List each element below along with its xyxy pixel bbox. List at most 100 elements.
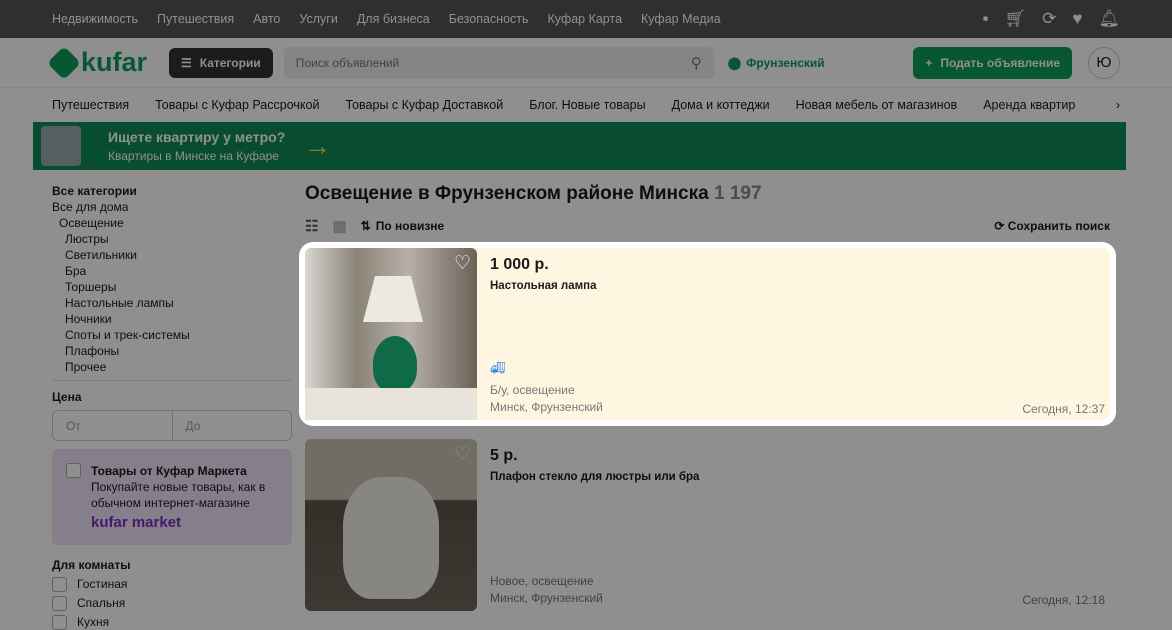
search-input[interactable]: Поиск объявлений ⚲	[283, 46, 714, 79]
subcategory-link[interactable]: Плафоны	[52, 343, 292, 359]
subcategory-link[interactable]: Бра	[52, 263, 292, 279]
market-title: Товары от Куфар Маркета	[91, 464, 247, 478]
saved-search-icon: ⟳	[994, 219, 1008, 233]
logo[interactable]: kufar	[47, 45, 169, 80]
listing-price: 5 р.	[490, 447, 518, 464]
kufar-market-logo: kufar market	[91, 514, 182, 531]
listing-area: Освещение в Фрунзенском районе Минска 1 …	[305, 183, 1110, 611]
subcategory-link[interactable]: Споты и трек-системы	[52, 327, 292, 343]
top-link[interactable]: Авто	[253, 12, 280, 26]
listing-location: Минск, Фрунзенский	[490, 400, 603, 414]
listing-date: Сегодня, 12:18	[1022, 593, 1105, 607]
divider	[52, 380, 292, 381]
delivery-truck-icon: 🚚︎	[490, 361, 506, 375]
top-link[interactable]: Безопасность	[449, 12, 529, 26]
search-placeholder: Поиск объявлений	[295, 55, 400, 70]
room-label: Спальня	[77, 596, 126, 610]
room-option[interactable]: Кухня	[52, 614, 292, 630]
post-ad-label: Подать объявление	[940, 55, 1060, 70]
categories-label: Категории	[199, 55, 261, 70]
banner-title: Ищете квартиру у метро?	[108, 129, 286, 145]
listing-card[interactable]: ♡ 1 000 р. Настольная лампа 🚚︎ Б/у, осве…	[305, 248, 1110, 420]
listing-image[interactable]: ♡	[305, 439, 477, 611]
menu-icon: ☰	[181, 55, 192, 70]
filters-sidebar: Все категории Все для дома Освещение Люс…	[52, 183, 292, 630]
price-range: От До	[52, 410, 292, 441]
price-label: Цена	[52, 390, 82, 404]
heart-icon[interactable]: ♡	[454, 443, 471, 466]
home-category-link[interactable]: Все для дома	[52, 199, 292, 215]
price-from-input[interactable]: От	[53, 411, 172, 440]
top-link[interactable]: Куфар Карта	[548, 12, 623, 26]
room-option[interactable]: Гостиная	[52, 576, 292, 592]
cart-icon[interactable]: 🛒︎	[1004, 9, 1026, 29]
pin-icon: ⬤	[727, 55, 742, 70]
checkbox[interactable]	[52, 614, 67, 630]
subcategory-link[interactable]: Настольные лампы	[52, 295, 292, 311]
sort-button[interactable]: По новизне	[376, 219, 445, 233]
chevron-right-icon[interactable]: ›	[1116, 98, 1120, 112]
avatar[interactable]: Ю	[1088, 46, 1120, 79]
list-view-icon[interactable]: ☷	[305, 217, 318, 235]
heart-icon[interactable]: ♡	[454, 252, 471, 275]
market-filter[interactable]: Товары от Куфар Маркета Покупайте новые т…	[52, 449, 292, 545]
category-nav: Путешествия Товары с Куфар Рассрочкой Това…	[0, 88, 1172, 122]
listing-condition: Б/у, освещение	[490, 383, 575, 397]
promo-banner[interactable]: Ищете квартиру у метро? Квартиры в Минске…	[33, 122, 1126, 170]
banner-subtitle: Квартиры в Минске на Куфаре	[108, 149, 279, 163]
logo-icon	[47, 45, 81, 80]
bell-icon[interactable]: 🔔︎	[1098, 9, 1120, 29]
room-label: Кухня	[77, 615, 110, 629]
nav-item[interactable]: Дома и коттеджи	[672, 98, 770, 112]
nav-item[interactable]: Товары с Куфар Рассрочкой	[155, 98, 319, 112]
saved-search-icon[interactable]: ⟳	[1042, 9, 1056, 29]
nav-item[interactable]: Товары с Куфар Доставкой	[345, 98, 503, 112]
favorites-icon[interactable]: ♥	[1072, 9, 1082, 29]
logo-text: kufar	[81, 47, 148, 77]
categories-button[interactable]: ☰ Категории	[169, 47, 273, 78]
nav-item[interactable]: Новая мебель от магазинов	[796, 98, 958, 112]
search-icon[interactable]: ⚲	[691, 54, 702, 72]
post-ad-button[interactable]: + Подать объявление	[913, 46, 1072, 79]
top-link[interactable]: Услуги	[299, 12, 337, 26]
save-search-button[interactable]: ⟳ Сохранить поиск	[994, 219, 1110, 233]
top-link[interactable]: Куфар Медиа	[641, 12, 721, 26]
subcategory-link[interactable]: Светильники	[52, 247, 292, 263]
top-link[interactable]: Путешествия	[157, 12, 234, 26]
nav-item[interactable]: Путешествия	[52, 98, 129, 112]
location-label: Фрунзенский	[746, 55, 825, 70]
page-title: Освещение в Фрунзенском районе Минска 1 …	[305, 183, 762, 204]
sort-icon: ⇅	[360, 219, 371, 233]
all-categories-link[interactable]: Все категории	[52, 183, 292, 199]
top-link[interactable]: Для бизнеса	[357, 12, 430, 26]
subcategory-link[interactable]: Ночники	[52, 311, 292, 327]
room-label: Для комнаты	[52, 558, 131, 572]
market-checkbox[interactable]	[66, 463, 81, 478]
listing-title[interactable]: Плафон стекло для люстры или бра	[490, 471, 1110, 483]
subcategory-link[interactable]: Торшеры	[52, 279, 292, 295]
nav-item[interactable]: Блог. Новые товары	[529, 98, 645, 112]
toolbar: ☷ ▦ ⇅ По новизне ⟳ Сохранить поиск	[305, 217, 1110, 235]
listing-location: Минск, Фрунзенский	[490, 591, 603, 605]
market-text: Покупайте новые товары, как в обычном ин…	[91, 480, 266, 510]
listing-date: Сегодня, 12:37	[1022, 402, 1105, 416]
room-option[interactable]: Спальня	[52, 595, 292, 611]
listing-title[interactable]: Настольная лампа	[490, 280, 1110, 292]
nav-item[interactable]: Аренда квартир	[983, 98, 1075, 112]
listing-image[interactable]: ♡	[305, 248, 477, 420]
grid-view-icon[interactable]: ▦	[332, 217, 346, 235]
location-button[interactable]: ⬤ Фрунзенский	[728, 56, 825, 70]
room-label: Гостиная	[77, 577, 128, 591]
messages-icon[interactable]: ▪	[982, 9, 988, 29]
subcategory-link[interactable]: Люстры	[52, 231, 292, 247]
top-link[interactable]: Недвижимость	[52, 12, 138, 26]
checkbox[interactable]	[52, 576, 67, 592]
checkbox[interactable]	[52, 595, 67, 611]
subcategory-link[interactable]: Прочее	[52, 359, 292, 375]
listing-card[interactable]: ♡ 5 р. Плафон стекло для люстры или бра …	[305, 439, 1110, 611]
result-count: 1 197	[713, 183, 762, 204]
price-to-input[interactable]: До	[171, 411, 292, 440]
current-category[interactable]: Освещение	[52, 215, 292, 231]
listing-condition: Новое, освещение	[490, 574, 594, 588]
arrow-right-icon: →	[303, 130, 332, 161]
